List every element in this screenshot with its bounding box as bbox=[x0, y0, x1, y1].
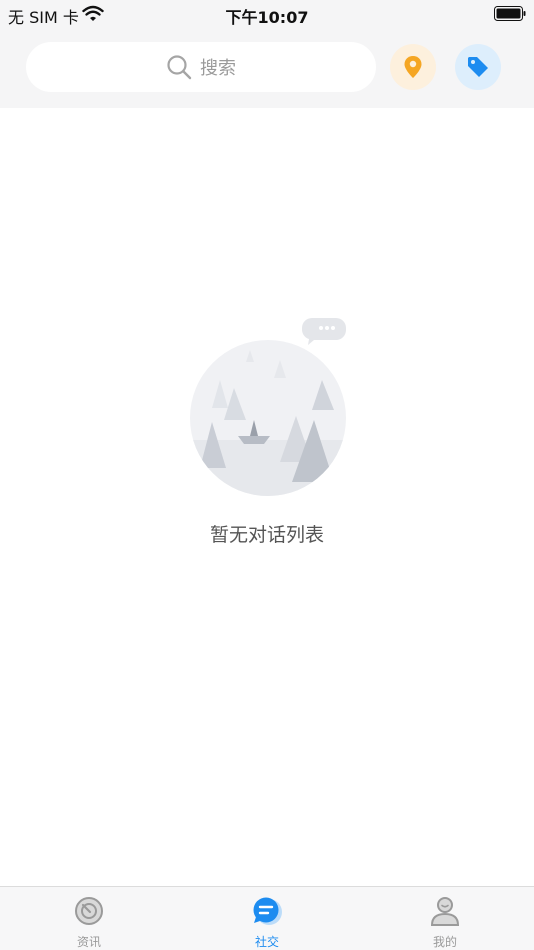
search-bar[interactable]: 搜索 bbox=[26, 42, 376, 92]
empty-landscape-icon bbox=[190, 318, 346, 496]
status-bar: 无 SIM 卡 下午10:07 bbox=[0, 0, 534, 28]
tab-label: 社交 bbox=[254, 935, 279, 949]
chat-icon bbox=[253, 897, 282, 925]
header: 搜索 bbox=[0, 28, 534, 108]
empty-state-message: 暂无对话列表 bbox=[209, 524, 324, 546]
tab-profile[interactable]: 我的 bbox=[356, 887, 534, 950]
tab-news[interactable]: 资讯 bbox=[0, 887, 178, 950]
status-time: 下午10:07 bbox=[225, 8, 309, 27]
search-icon bbox=[167, 55, 192, 80]
tab-social[interactable]: 社交 bbox=[178, 887, 356, 950]
tag-button[interactable] bbox=[455, 44, 501, 90]
battery-icon bbox=[494, 6, 526, 21]
news-icon bbox=[75, 897, 103, 925]
tag-icon bbox=[468, 57, 488, 77]
location-pin-icon bbox=[404, 56, 422, 78]
tab-bar: 资讯 社交 我的 bbox=[0, 886, 534, 950]
tab-label: 资讯 bbox=[76, 935, 101, 949]
search-placeholder: 搜索 bbox=[200, 58, 236, 79]
tab-label: 我的 bbox=[432, 935, 457, 949]
profile-icon bbox=[430, 897, 460, 926]
location-button[interactable] bbox=[390, 44, 436, 90]
